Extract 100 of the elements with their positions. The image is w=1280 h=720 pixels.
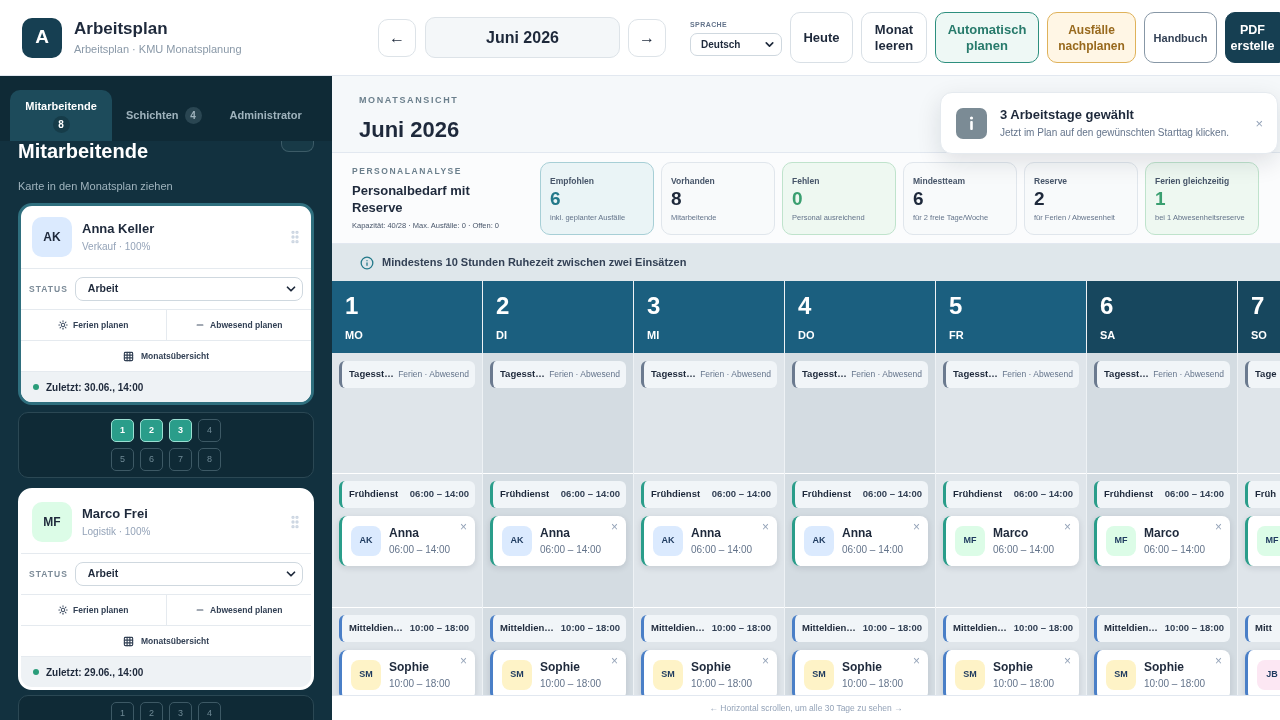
prev-month-button[interactable]: ← xyxy=(378,18,416,57)
stat-value: 8 xyxy=(671,187,682,210)
assignment-card[interactable]: SM Sophie 10:00 – 18:00 × xyxy=(1094,650,1230,695)
shift-detail: Ferien · Abwesend xyxy=(851,368,922,381)
shift-name: Tagesst… xyxy=(802,367,847,382)
shift-name: Tagesst… xyxy=(651,367,696,382)
shift-name: Frühdienst xyxy=(500,487,550,502)
stat-label: Mindestteam xyxy=(913,175,965,186)
language-select[interactable]: Deutsch xyxy=(690,32,782,56)
status-select[interactable]: Arbeit xyxy=(74,277,303,301)
shift-time: 06:00 – 14:00 xyxy=(409,487,469,502)
day-button[interactable]: 4 xyxy=(198,702,221,720)
status-select[interactable]: Arbeit xyxy=(74,562,303,586)
toast-message: Jetzt im Plan auf den gewünschten Starttag klicken. xyxy=(1000,126,1229,139)
day-weekday: FR xyxy=(949,329,964,342)
shift-name: Tage xyxy=(1255,367,1277,382)
employee-card[interactable]: MF Marco Frei Logistik · 100% STATUS Arbeit Ferien planen Abwesend planen Monatsübersicht Zuletzt: 29.06., 14:00 xyxy=(18,488,314,690)
vacation-button[interactable]: Ferien planen xyxy=(21,310,166,340)
month-display: Juni 2026 xyxy=(425,17,620,58)
shift-detail: Ferien · Abwesend xyxy=(549,368,620,381)
app-title: Arbeitsplan xyxy=(74,19,168,39)
assignment-card[interactable]: JB xyxy=(1245,650,1280,695)
shift-time: 10:00 – 18:00 xyxy=(862,621,922,636)
shift-name: Mitteldien… xyxy=(349,621,403,636)
manual-button[interactable]: Handbuch xyxy=(1144,12,1217,63)
clear-month-button[interactable]: Monat leeren xyxy=(861,12,927,63)
assignment-card[interactable]: SM Sophie 10:00 – 18:00 × xyxy=(339,650,475,695)
shift-name: Mitteldien… xyxy=(802,621,856,636)
employee-avatar: MF xyxy=(1257,526,1280,556)
day-button[interactable]: 4 xyxy=(198,419,221,442)
shift-name: Mitteldien… xyxy=(651,621,705,636)
day-button[interactable]: 1 xyxy=(111,702,134,720)
day-button[interactable]: 7 xyxy=(169,448,192,471)
vacation-button[interactable]: Ferien planen xyxy=(21,595,166,625)
shift-detail: Ferien · Abwesend xyxy=(398,368,469,381)
assignee-name: Sophie xyxy=(540,660,580,675)
assignment-card[interactable]: AK Anna 06:00 – 14:00 × xyxy=(792,516,928,566)
employee-avatar: SM xyxy=(653,660,683,690)
today-button[interactable]: Heute xyxy=(790,12,853,63)
pdf-button[interactable]: PDF erstelle xyxy=(1225,12,1280,63)
shift-time: 06:00 – 14:00 xyxy=(711,487,771,502)
assignee-time: 10:00 – 18:00 xyxy=(842,677,904,690)
sidebar-hint: Karte in den Monatsplan ziehen xyxy=(18,179,173,193)
employee-avatar: AK xyxy=(351,526,381,556)
day-button[interactable]: 6 xyxy=(140,448,163,471)
assignment-card[interactable]: MF xyxy=(1245,516,1280,566)
day-button[interactable]: 2 xyxy=(140,702,163,720)
shift-name: Tagesst… xyxy=(349,367,394,382)
assignee-name: Marco xyxy=(993,526,1029,541)
shift-name: Mitteldien… xyxy=(953,621,1007,636)
sidebar-button[interactable] xyxy=(281,141,314,152)
assignee-name: Sophie xyxy=(993,660,1033,675)
assignment-card[interactable]: SM Sophie 10:00 – 18:00 × xyxy=(943,650,1079,695)
replan-button[interactable]: Ausfälle nachplanen xyxy=(1047,12,1136,63)
view-label: MONATSANSICHT xyxy=(359,95,459,105)
employee-name: Marco Frei xyxy=(82,506,148,522)
sidebar-tab[interactable]: Administrator xyxy=(215,90,316,141)
shift-name: Tagesst… xyxy=(1104,367,1149,382)
assignee-time: 06:00 – 14:00 xyxy=(1144,543,1206,556)
stat-label: Fehlen xyxy=(792,175,820,186)
sidebar-tab[interactable]: Mitarbeitende 8 xyxy=(10,90,112,141)
last-seen-text: Zuletzt: 30.06., 14:00 xyxy=(46,380,144,395)
toast-title: 3 Arbeitstage gewählt xyxy=(1000,107,1134,123)
employee-avatar: AK xyxy=(804,526,834,556)
employee-avatar: SM xyxy=(502,660,532,690)
shift-name: Mitt xyxy=(1255,621,1272,636)
shift-detail: Ferien · Abwesend xyxy=(1002,368,1073,381)
employee-name: Anna Keller xyxy=(82,221,155,237)
assignment-card[interactable]: AK Anna 06:00 – 14:00 × xyxy=(339,516,475,566)
assignment-card[interactable]: MF Marco 06:00 – 14:00 × xyxy=(943,516,1079,566)
month-overview-button[interactable]: Monatsübersicht xyxy=(21,626,311,656)
notice-text: Mindestens 10 Stunden Ruhezeit zwischen zwei Einsätzen xyxy=(382,255,687,271)
assignment-card[interactable]: AK Anna 06:00 – 14:00 × xyxy=(641,516,777,566)
sidebar-tab[interactable]: Schichten 4 xyxy=(112,90,216,141)
absence-button[interactable]: Abwesend planen xyxy=(165,310,311,340)
day-number: 5 xyxy=(949,292,963,320)
shift-time: 06:00 – 14:00 xyxy=(1013,487,1073,502)
assignment-card[interactable]: SM Sophie 10:00 – 18:00 × xyxy=(490,650,626,695)
assignee-time: 06:00 – 14:00 xyxy=(389,543,451,556)
day-number: 1 xyxy=(345,292,359,320)
assignment-card[interactable]: AK Anna 06:00 – 14:00 × xyxy=(490,516,626,566)
day-button[interactable]: 8 xyxy=(198,448,221,471)
assignment-card[interactable]: MF Marco 06:00 – 14:00 × xyxy=(1094,516,1230,566)
auto-plan-button[interactable]: Automatisch planen xyxy=(935,12,1039,63)
assignment-card[interactable]: SM Sophie 10:00 – 18:00 × xyxy=(792,650,928,695)
day-button[interactable]: 5 xyxy=(111,448,134,471)
month-overview-button[interactable]: Monatsübersicht xyxy=(21,341,311,371)
assignment-card[interactable]: SM Sophie 10:00 – 18:00 × xyxy=(641,650,777,695)
employee-role: Verkauf · 100% xyxy=(82,240,151,253)
day-number: 3 xyxy=(647,292,661,320)
employee-card[interactable]: AK Anna Keller Verkauf · 100% STATUS Arbeit Ferien planen Abwesend planen Monatsübersicht Zuletzt: 30.06., 14:00 xyxy=(18,203,314,405)
shift-time: 06:00 – 14:00 xyxy=(1164,487,1224,502)
shift-name: Frühdienst xyxy=(953,487,1003,502)
shift-time: 10:00 – 18:00 xyxy=(560,621,620,636)
day-button[interactable]: 3 xyxy=(169,702,192,720)
absence-button[interactable]: Abwesend planen xyxy=(165,595,311,625)
stat-label: Vorhanden xyxy=(671,175,715,186)
next-month-button[interactable]: → xyxy=(628,18,666,57)
day-weekday: DO xyxy=(798,329,815,342)
shift-time: 10:00 – 18:00 xyxy=(409,621,469,636)
